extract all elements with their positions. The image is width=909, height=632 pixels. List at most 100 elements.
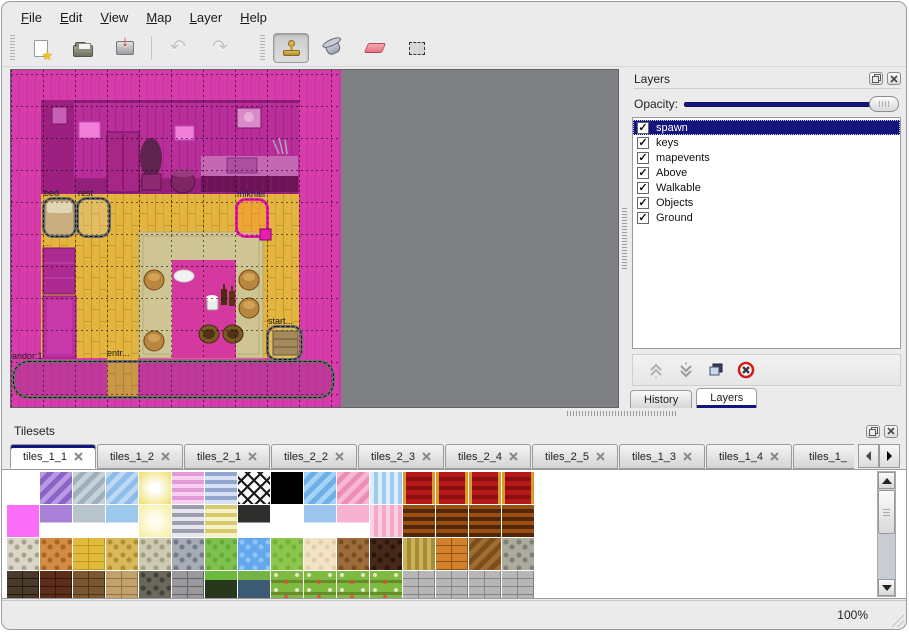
- tileset-scrollbar[interactable]: [877, 471, 896, 597]
- menu-item-map[interactable]: Map: [137, 8, 180, 27]
- layer-row-keys[interactable]: ✓keys: [633, 135, 900, 150]
- tile-1-7[interactable]: [238, 505, 270, 537]
- close-tab-icon[interactable]: [770, 452, 779, 461]
- tile-1-1[interactable]: [40, 505, 72, 537]
- tile-2-2[interactable]: [73, 538, 105, 570]
- tile-0-14[interactable]: [469, 472, 501, 504]
- close-dock-icon[interactable]: [887, 72, 901, 85]
- open-button[interactable]: [65, 33, 101, 63]
- dock-tab-layers[interactable]: Layers: [696, 388, 757, 408]
- layer-visibility-checkbox[interactable]: ✓: [637, 212, 649, 224]
- tile-0-3[interactable]: [106, 472, 138, 504]
- redo-button[interactable]: ↷: [202, 33, 238, 63]
- tile-3-8[interactable]: [271, 571, 303, 599]
- tile-1-6[interactable]: [205, 505, 237, 537]
- map-canvas[interactable]: bed rest mikhail start... andor: [11, 70, 341, 408]
- stamp-tool-button[interactable]: [273, 33, 309, 63]
- tile-2-12[interactable]: [403, 538, 435, 570]
- tile-0-1[interactable]: [40, 472, 72, 504]
- menu-item-edit[interactable]: Edit: [51, 8, 91, 27]
- tile-2-1[interactable]: [40, 538, 72, 570]
- tileset-tab-tiles_1_4[interactable]: tiles_1_4: [706, 444, 792, 469]
- tile-2-3[interactable]: [106, 538, 138, 570]
- tile-0-15[interactable]: [502, 472, 534, 504]
- tileset-tab-tiles_2_5[interactable]: tiles_2_5: [532, 444, 618, 469]
- vertical-splitter[interactable]: [619, 69, 630, 408]
- layer-visibility-checkbox[interactable]: ✓: [637, 182, 649, 194]
- tile-1-0[interactable]: [7, 505, 39, 537]
- layer-row-mapevents[interactable]: ✓mapevents: [633, 150, 900, 165]
- layer-row-spawn[interactable]: ✓spawn: [633, 120, 900, 135]
- tile-3-2[interactable]: [73, 571, 105, 599]
- tile-3-12[interactable]: [403, 571, 435, 599]
- tile-3-13[interactable]: [436, 571, 468, 599]
- float-dock-icon[interactable]: [869, 72, 883, 85]
- tile-2-8[interactable]: [271, 538, 303, 570]
- close-tab-icon[interactable]: [422, 452, 431, 461]
- tile-3-1[interactable]: [40, 571, 72, 599]
- scroll-down-icon[interactable]: [878, 579, 895, 596]
- tile-2-14[interactable]: [469, 538, 501, 570]
- opacity-slider[interactable]: [682, 96, 899, 112]
- scroll-up-icon[interactable]: [878, 472, 895, 489]
- tileset-tab-tiles_2_2[interactable]: tiles_2_2: [271, 444, 357, 469]
- tile-0-5[interactable]: [172, 472, 204, 504]
- close-dock-icon[interactable]: [884, 425, 898, 438]
- tile-3-4[interactable]: [139, 571, 171, 599]
- toolbar-handle[interactable]: [10, 35, 15, 61]
- slider-handle[interactable]: [869, 96, 899, 112]
- tile-0-8[interactable]: [271, 472, 303, 504]
- layer-row-Above[interactable]: ✓Above: [633, 165, 900, 180]
- tileset-tab-tiles_2_3[interactable]: tiles_2_3: [358, 444, 444, 469]
- close-tab-icon[interactable]: [248, 452, 257, 461]
- tile-2-6[interactable]: [205, 538, 237, 570]
- tile-2-10[interactable]: [337, 538, 369, 570]
- float-dock-icon[interactable]: [866, 425, 880, 438]
- horizontal-splitter[interactable]: [2, 408, 906, 419]
- dock-tab-history[interactable]: History: [630, 390, 692, 408]
- close-tab-icon[interactable]: [74, 452, 83, 461]
- menu-item-file[interactable]: File: [12, 8, 51, 27]
- close-tab-icon[interactable]: [335, 452, 344, 461]
- tile-3-14[interactable]: [469, 571, 501, 599]
- tile-3-3[interactable]: [106, 571, 138, 599]
- fill-tool-button[interactable]: [315, 33, 351, 63]
- tile-0-13[interactable]: [436, 472, 468, 504]
- tile-3-7[interactable]: [238, 571, 270, 599]
- tile-1-14[interactable]: [469, 505, 501, 537]
- tile-1-12[interactable]: [403, 505, 435, 537]
- tile-1-10[interactable]: [337, 505, 369, 537]
- tile-0-6[interactable]: [205, 472, 237, 504]
- tile-3-9[interactable]: [304, 571, 336, 599]
- tile-0-2[interactable]: [73, 472, 105, 504]
- duplicate-layer-button[interactable]: [701, 357, 731, 383]
- tile-0-11[interactable]: [370, 472, 402, 504]
- save-button[interactable]: ↓: [107, 33, 143, 63]
- tile-2-13[interactable]: [436, 538, 468, 570]
- tile-3-15[interactable]: [502, 571, 534, 599]
- raise-layer-button[interactable]: [641, 357, 671, 383]
- eraser-tool-button[interactable]: [357, 33, 393, 63]
- layer-row-Ground[interactable]: ✓Ground: [633, 210, 900, 225]
- tile-2-0[interactable]: [7, 538, 39, 570]
- tile-1-15[interactable]: [502, 505, 534, 537]
- tileset-tab-tiles_1_3[interactable]: tiles_1_3: [619, 444, 705, 469]
- layer-visibility-checkbox[interactable]: ✓: [637, 137, 649, 149]
- tile-2-4[interactable]: [139, 538, 171, 570]
- tile-0-12[interactable]: [403, 472, 435, 504]
- layer-row-Walkable[interactable]: ✓Walkable: [633, 180, 900, 195]
- tab-scroll-right-icon[interactable]: [879, 444, 900, 468]
- toolbar-handle[interactable]: [260, 35, 265, 61]
- close-tab-icon[interactable]: [161, 452, 170, 461]
- tile-1-11[interactable]: [370, 505, 402, 537]
- tile-2-11[interactable]: [370, 538, 402, 570]
- tab-scroll-left-icon[interactable]: [858, 444, 879, 468]
- close-tab-icon[interactable]: [596, 452, 605, 461]
- tile-0-10[interactable]: [337, 472, 369, 504]
- tile-2-9[interactable]: [304, 538, 336, 570]
- map-viewport[interactable]: bed rest mikhail start... andor: [10, 69, 619, 408]
- tileset-tab-tiles_1_1[interactable]: tiles_1_1: [10, 444, 96, 469]
- tile-1-2[interactable]: [73, 505, 105, 537]
- new-file-button[interactable]: ★: [23, 33, 59, 63]
- tile-0-0[interactable]: [7, 472, 39, 504]
